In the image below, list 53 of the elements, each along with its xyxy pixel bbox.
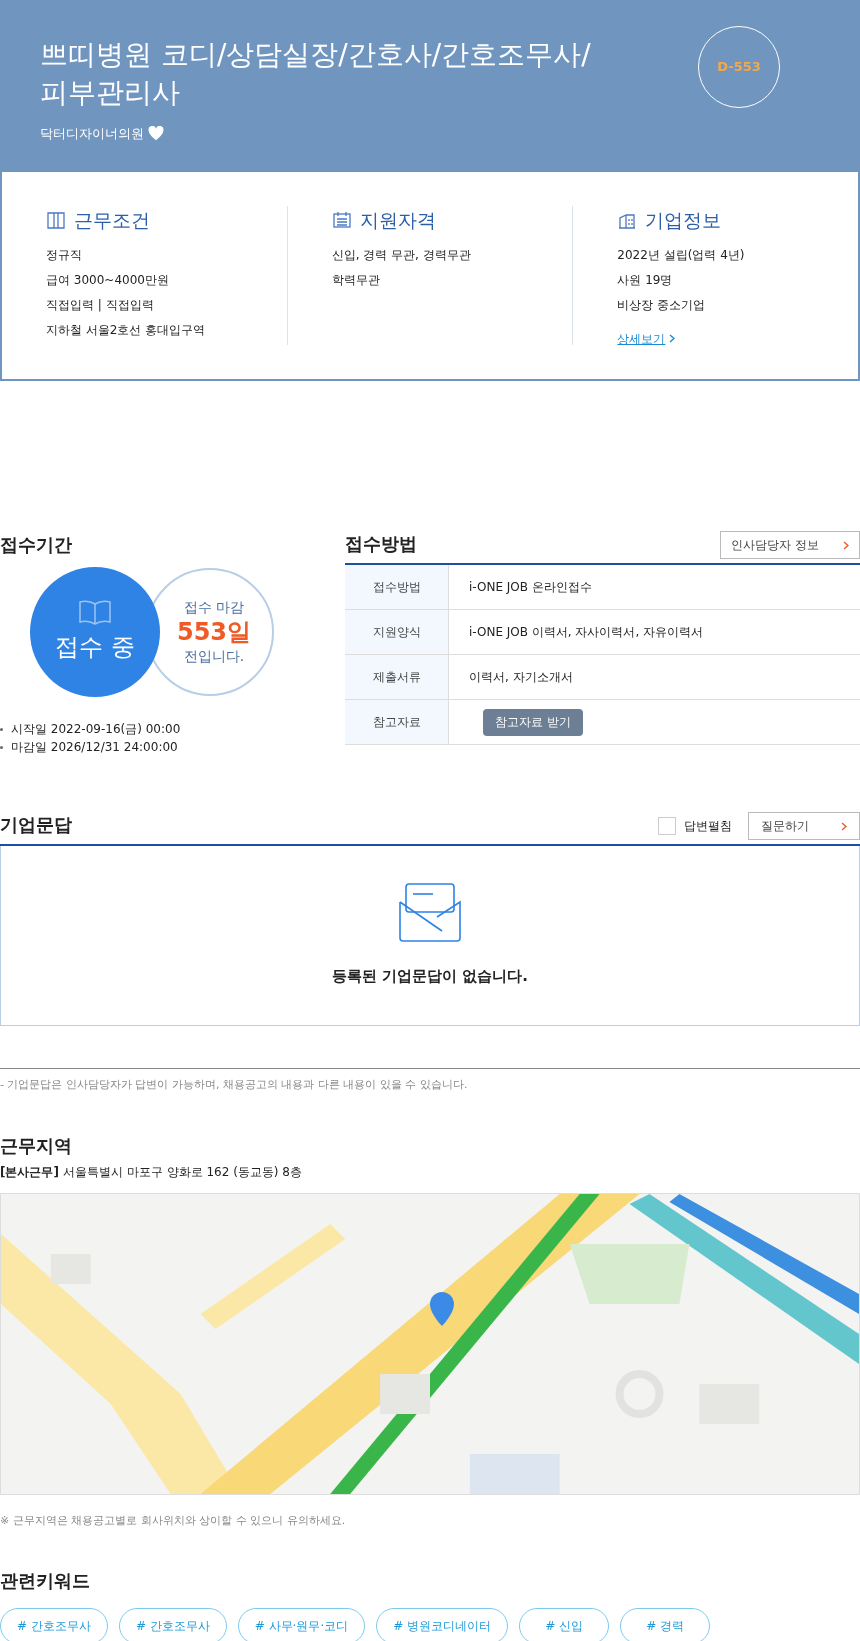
- hr-info-button[interactable]: 인사담당자 정보: [720, 531, 860, 559]
- date-line: 마감일 2026/12/31 24:00:00: [11, 739, 178, 756]
- heart-icon[interactable]: [148, 126, 164, 142]
- deadline-label: 접수 마감: [183, 598, 245, 617]
- bullet-icon: [0, 727, 3, 731]
- section-title: 기업문답: [0, 813, 72, 837]
- summary-line: 2022년 설립(업력 4년): [617, 246, 746, 264]
- summary-line: 정규직: [46, 246, 83, 264]
- section-title: 관련키워드: [0, 1569, 91, 1593]
- expand-checkbox[interactable]: [658, 817, 676, 835]
- summary-title: 기업정보: [645, 208, 722, 233]
- row-label: 접수방법: [345, 565, 449, 609]
- calendar-icon: [331, 210, 352, 231]
- row-value: i-ONE JOB 온라인접수: [469, 579, 592, 596]
- summary-line: 지하철 서울2호선 홍대입구역: [46, 321, 207, 339]
- book-icon: [46, 210, 66, 231]
- section-title: 접수기간: [0, 533, 73, 557]
- ask-question-button[interactable]: 질문하기: [748, 812, 860, 840]
- book-icon: [78, 599, 112, 625]
- summary-line: 학력무관: [331, 271, 381, 289]
- deadline-suffix: 전입니다.: [183, 647, 245, 666]
- chevron-right-icon: [841, 821, 847, 831]
- location-note: ※ 근무지역은 채용공고별로 회사위치와 상이할 수 있으니 유의하세요.: [0, 1512, 347, 1529]
- row-value: 이력서, 자기소개서: [469, 669, 573, 686]
- chevron-right-icon: [669, 334, 676, 343]
- chevron-right-icon: [843, 540, 849, 550]
- office-tag: [본사근무]: [0, 1162, 59, 1181]
- envelope-icon: [399, 883, 461, 944]
- job-title: 쁘띠병원 코디/상담실장/간호사/간호조무사/피부관리사: [40, 37, 592, 111]
- row-label: 참고자료: [345, 700, 449, 744]
- summary-line: 직접입력 | 직접입력: [46, 296, 155, 314]
- empty-message: 등록된 기업문답이 없습니다.: [331, 966, 529, 988]
- row-label: 지원양식: [345, 610, 449, 654]
- status-text: 접수 중: [55, 632, 135, 663]
- qna-note: - 기업문답은 인사담당자가 답변이 가능하며, 채용공고의 내용과 다른 내용이 있을 수 있습니다.: [0, 1077, 469, 1093]
- download-button[interactable]: 참고자료 받기: [483, 708, 583, 736]
- section-title: 근무지역: [0, 1133, 73, 1158]
- summary-line: 급여 3000~4000만원: [46, 271, 170, 289]
- bullet-icon: [0, 745, 3, 749]
- summary-line: 신입, 경력 무관, 경력무관: [331, 246, 472, 264]
- summary-title: 지원자격: [359, 208, 436, 233]
- date-line: 시작일 2022-09-16(금) 00:00: [11, 721, 181, 738]
- summary-line: 비상장 중소기업: [617, 296, 707, 314]
- section-title: 접수방법: [345, 532, 417, 556]
- address: 서울특별시 마포구 양화로 162 (동교동) 8층: [62, 1163, 302, 1181]
- summary-line: 사원 19명: [617, 271, 674, 289]
- expand-label: 답변펼침: [684, 818, 732, 835]
- summary-title: 근무조건: [74, 208, 150, 233]
- details-link[interactable]: 상세보기: [617, 329, 676, 348]
- company-name: 닥터디자이너의원: [40, 125, 144, 143]
- deadline-days: 553일: [176, 618, 252, 646]
- row-value: i-ONE JOB 이력서, 자사이력서, 자유이력서: [469, 624, 704, 641]
- row-label: 제출서류: [345, 655, 449, 699]
